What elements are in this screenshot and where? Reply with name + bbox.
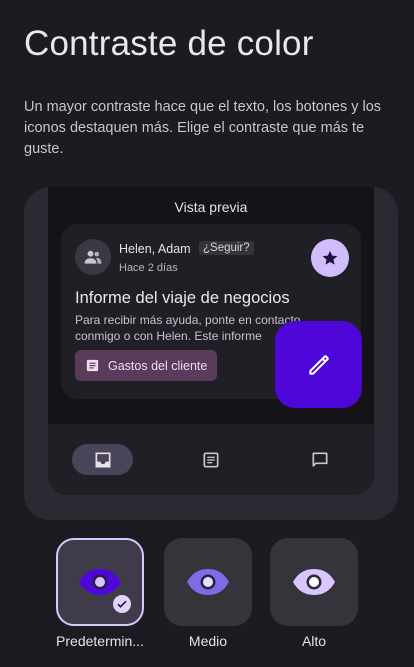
article-icon <box>203 452 219 467</box>
nav-chat <box>300 444 340 475</box>
star-icon <box>322 250 338 265</box>
eye-icon <box>79 569 121 595</box>
pencil-icon <box>308 354 329 375</box>
compose-fab <box>275 321 362 408</box>
option-label-medium: Medio <box>188 633 228 649</box>
option-label-default: Predetermin... <box>56 633 144 649</box>
contrast-option-default[interactable] <box>56 538 144 626</box>
inbox-icon <box>95 452 110 467</box>
star-button <box>311 239 349 277</box>
preview-nav-bar <box>48 424 374 495</box>
eye-icon <box>187 569 229 595</box>
email-subject: Informe del viaje de negocios <box>75 289 290 307</box>
check-icon <box>111 593 133 615</box>
email-time: Hace 2 días <box>119 262 178 274</box>
page-title: Contraste de color <box>24 24 314 63</box>
contrast-option-medium[interactable] <box>164 538 252 626</box>
email-sender: Helen, Adam <box>119 242 191 256</box>
attachment-chip: Gastos del cliente <box>75 350 217 381</box>
attachment-label: Gastos del cliente <box>108 358 208 373</box>
group-avatar-icon <box>75 239 111 275</box>
eye-icon <box>293 569 335 595</box>
contrast-option-high[interactable] <box>270 538 358 626</box>
chat-bubble-icon <box>312 452 328 467</box>
document-icon <box>86 359 99 372</box>
nav-inbox <box>72 444 133 475</box>
nav-article <box>191 444 231 475</box>
preview-label: Vista previa <box>174 199 248 215</box>
page-description: Un mayor contraste hace que el texto, lo… <box>24 99 382 157</box>
option-label-high: Alto <box>301 633 327 649</box>
follow-chip: ¿Seguir? <box>199 241 254 255</box>
